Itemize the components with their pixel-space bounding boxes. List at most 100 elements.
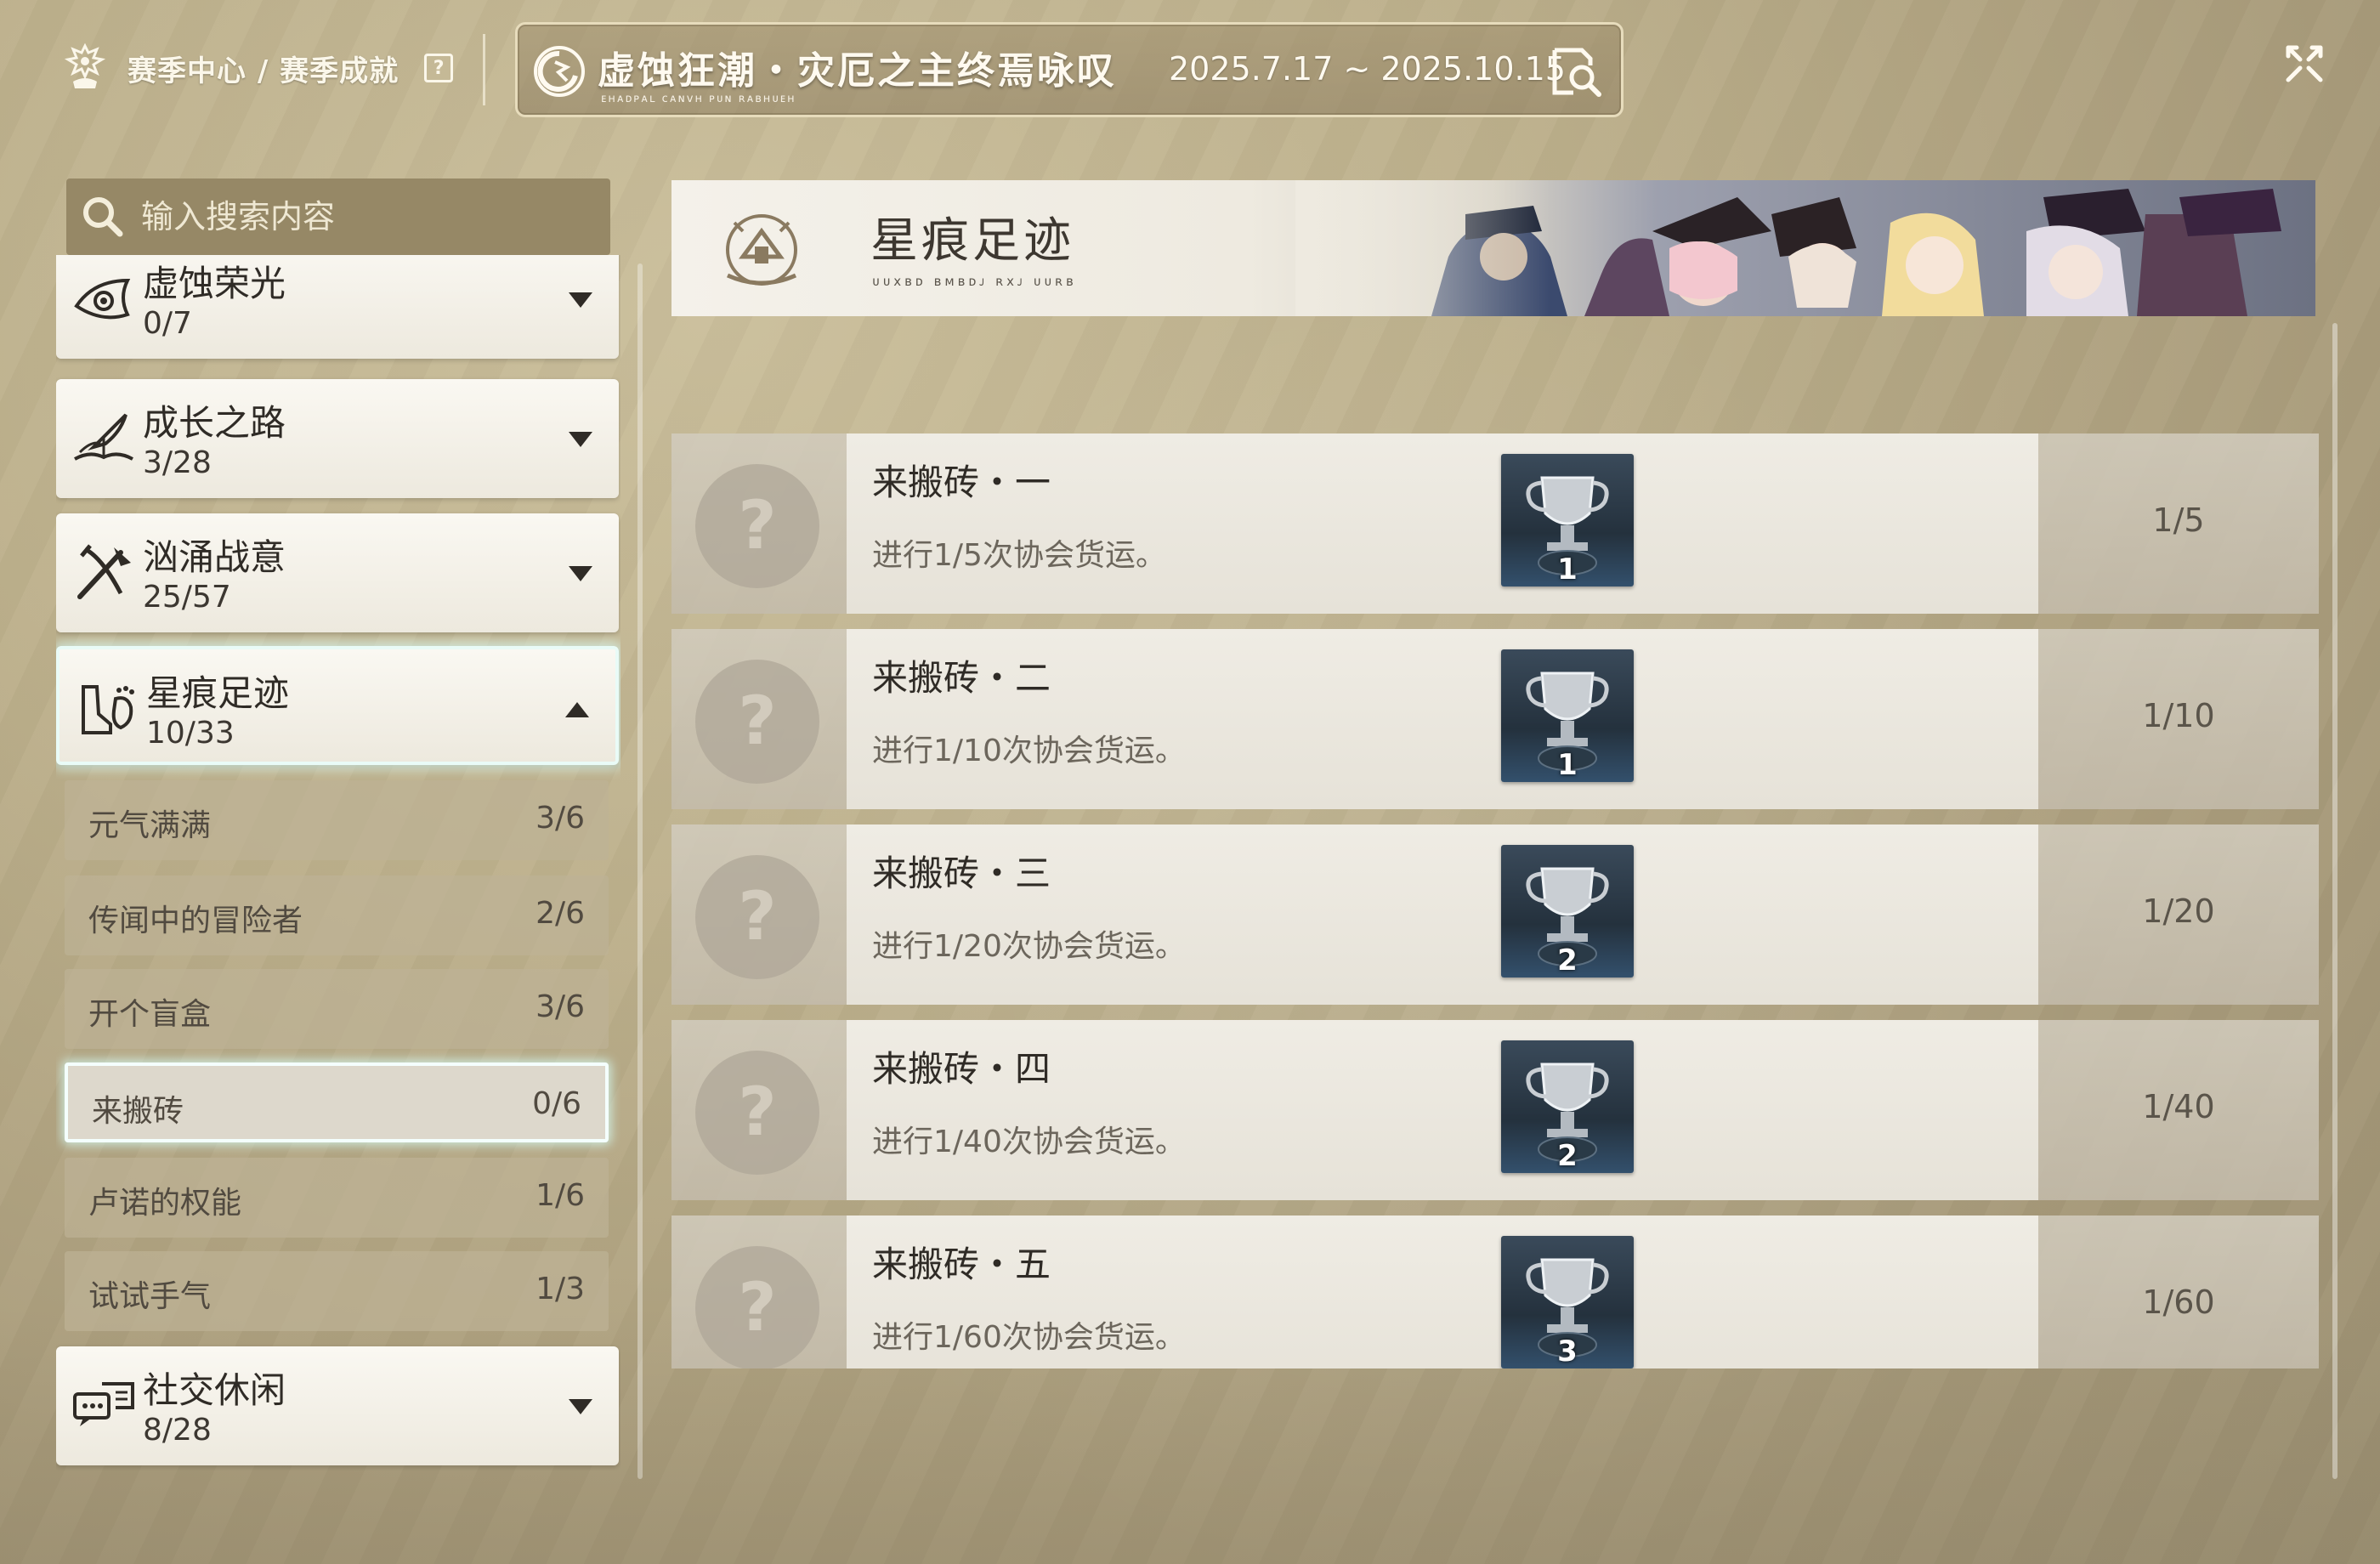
crossed-weapons-icon [77, 544, 131, 599]
achievement-title: 来搬砖・三 [872, 853, 1051, 894]
chevron-down-icon [569, 292, 592, 308]
achievement-progress: 1/20 [2142, 892, 2215, 930]
trophy-level: 3 [1557, 1334, 1578, 1368]
trophy-reward[interactable]: 2 [1501, 1040, 1634, 1173]
achievement-row[interactable]: ? 来搬砖・一 进行1/5次协会货运。 1 1/5 [672, 434, 2319, 614]
category-item-xinghen-zuji[interactable]: 星痕足迹 10/33 [56, 646, 619, 765]
subcategory-count: 3/6 [536, 801, 585, 836]
divider [483, 34, 485, 105]
subcategory-item[interactable]: 开个盲盒 3/6 [65, 969, 609, 1049]
season-subtitle: ᴇʜᴀᴅᴘᴀʟ ᴄᴀɴᴠʜ ᴘᴜɴ ʀᴀʙʜᴜᴇʜ [601, 93, 796, 105]
category-item-shejiao-xiuxian[interactable]: 社交休闲 8/28 [56, 1346, 619, 1465]
season-info-search-icon[interactable] [1548, 43, 1604, 99]
category-item-xiongyong-zhanyi[interactable]: 汹涌战意 25/57 [56, 513, 619, 632]
locked-question-icon: ? [695, 855, 819, 979]
achievement-title: 来搬砖・四 [872, 1048, 1051, 1090]
achievement-progress: 1/40 [2142, 1088, 2215, 1125]
help-button[interactable]: ? [424, 54, 454, 82]
breadcrumb: 赛季中心 / 赛季成就 ? [58, 37, 454, 99]
achievement-row[interactable]: ? 来搬砖・四 进行1/40次协会货运。 2 1/40 [672, 1020, 2319, 1200]
achievement-description: 进行1/5次协会货运。 [872, 538, 1166, 573]
trophy-reward[interactable]: 2 [1501, 845, 1634, 978]
subcategory-item-selected[interactable]: 来搬砖 0/6 [65, 1062, 609, 1142]
achievement-title: 来搬砖・一 [872, 462, 1051, 503]
season-dates: 2025.7.17 ~ 2025.10.15 [1169, 50, 1566, 88]
category-count: 3/28 [143, 445, 212, 480]
achievement-status-cell: ? [672, 1020, 847, 1200]
subcategory-count: 3/6 [536, 989, 585, 1024]
search-icon [83, 197, 123, 237]
achievement-list: ? 来搬砖・一 进行1/5次协会货运。 1 1/5 ? 来搬砖・二 进行1/10… [672, 434, 2320, 1368]
subcategory-item[interactable]: 试试手气 1/3 [65, 1251, 609, 1331]
category-name: 社交休闲 [143, 1369, 286, 1411]
achievement-row[interactable]: ? 来搬砖・五 进行1/60次协会货运。 3 1/60 [672, 1216, 2319, 1368]
category-item-chengzhang-zhilu[interactable]: 成长之路 3/28 [56, 379, 619, 498]
category-name: 星痕足迹 [146, 672, 290, 714]
achievement-progress-cell: 1/40 [2038, 1020, 2319, 1200]
category-name: 成长之路 [143, 402, 286, 444]
subcategory-count: 2/6 [536, 896, 585, 931]
season-title: 虚蚀狂潮・灾厄之主终焉咏叹 [598, 49, 1117, 93]
achievement-status-cell: ? [672, 1216, 847, 1368]
category-emblem-icon [726, 214, 797, 286]
achievement-info: 来搬砖・五 进行1/60次协会货运。 3 [847, 1216, 2038, 1368]
locked-question-icon: ? [695, 464, 819, 588]
trophy-reward[interactable]: 1 [1501, 649, 1634, 782]
breadcrumb-text[interactable]: 赛季中心 / 赛季成就 [128, 48, 399, 89]
subcategory-item[interactable]: 传闻中的冒险者 2/6 [65, 876, 609, 955]
search-box [66, 178, 610, 255]
subcategory-name: 元气满满 [88, 808, 212, 843]
chevron-down-icon [569, 566, 592, 581]
chat-bubbles-icon [73, 1382, 134, 1426]
subcategory-item[interactable]: 元气满满 3/6 [65, 780, 609, 860]
chevron-down-icon [569, 432, 592, 447]
locked-question-mark: ? [738, 683, 777, 760]
trophy-level: 1 [1557, 748, 1578, 782]
locked-question-icon: ? [695, 660, 819, 784]
locked-question-mark: ? [738, 879, 777, 955]
achievement-description: 进行1/60次协会货运。 [872, 1320, 1186, 1355]
category-name: 汹涌战意 [143, 536, 286, 578]
subcategory-name: 来搬砖 [92, 1094, 184, 1129]
trophy-reward[interactable]: 1 [1501, 454, 1634, 586]
subcategory-name: 开个盲盒 [88, 997, 212, 1032]
achievement-title: 来搬砖・二 [872, 657, 1051, 699]
eye-swirl-icon [74, 278, 131, 320]
achievement-progress-cell: 1/20 [2038, 824, 2319, 1005]
achievement-progress: 1/10 [2142, 697, 2215, 734]
achievement-list-scrollbar[interactable] [2332, 323, 2338, 1479]
achievement-status-cell: ? [672, 629, 847, 809]
subcategory-count: 1/6 [536, 1178, 585, 1213]
subcategory-item[interactable]: 卢诺的权能 1/6 [65, 1158, 609, 1238]
subcategory-name: 卢诺的权能 [88, 1186, 242, 1221]
category-count: 10/33 [146, 716, 235, 751]
season-plate: 虚蚀狂潮・灾厄之主终焉咏叹 ᴇʜᴀᴅᴘᴀʟ ᴄᴀɴᴠʜ ᴘᴜɴ ʀᴀʙʜᴜᴇʜ … [515, 22, 1624, 117]
achievement-progress: 1/60 [2142, 1284, 2215, 1321]
book-quill-icon [74, 413, 133, 461]
chevron-down-icon [569, 1399, 592, 1414]
top-bar: 赛季中心 / 赛季成就 ? 虚蚀狂潮・灾厄之主终焉咏叹 ᴇʜᴀᴅᴘᴀʟ ᴄᴀɴᴠ… [0, 0, 2380, 136]
locked-question-mark: ? [738, 1074, 777, 1151]
category-count: 8/28 [143, 1413, 212, 1448]
category-sidebar: 虚蚀荣光 0/7 成长之路 3/28 汹涌战意 25/57 星痕足迹 10/33… [56, 255, 620, 1470]
achievement-description: 进行1/20次协会货运。 [872, 929, 1186, 964]
achievement-row[interactable]: ? 来搬砖・二 进行1/10次协会货运。 1 1/10 [672, 629, 2319, 809]
close-icon[interactable] [2280, 39, 2329, 88]
trophy-level: 1 [1557, 552, 1578, 586]
achievement-status-cell: ? [672, 824, 847, 1005]
trophy-reward[interactable]: 3 [1501, 1236, 1634, 1368]
achievement-info: 来搬砖・三 进行1/20次协会货运。 2 [847, 824, 2038, 1005]
achievement-progress-cell: 1/60 [2038, 1216, 2319, 1368]
achievement-row[interactable]: ? 来搬砖・三 进行1/20次协会货运。 2 1/20 [672, 824, 2319, 1005]
locked-question-icon: ? [695, 1051, 819, 1175]
achievement-status-cell: ? [672, 434, 847, 614]
subcategory-name: 传闻中的冒险者 [88, 904, 303, 938]
locked-question-mark: ? [738, 488, 777, 564]
category-banner: 星痕足迹 ᴜᴜxʙᴅ ʙᴍʙᴅᴊ ʀxᴊ ᴜᴜʀʙ [672, 180, 2315, 316]
subcategory-count: 0/6 [532, 1086, 581, 1121]
sidebar-scrollbar[interactable] [638, 264, 643, 1479]
category-banner-subtitle: ᴜᴜxʙᴅ ʙᴍʙᴅᴊ ʀxᴊ ᴜᴜʀʙ [872, 274, 1077, 289]
subcategory-count: 1/3 [536, 1272, 585, 1306]
category-item-xushi-rongguang[interactable]: 虚蚀荣光 0/7 [56, 255, 619, 359]
search-input[interactable] [141, 178, 610, 255]
